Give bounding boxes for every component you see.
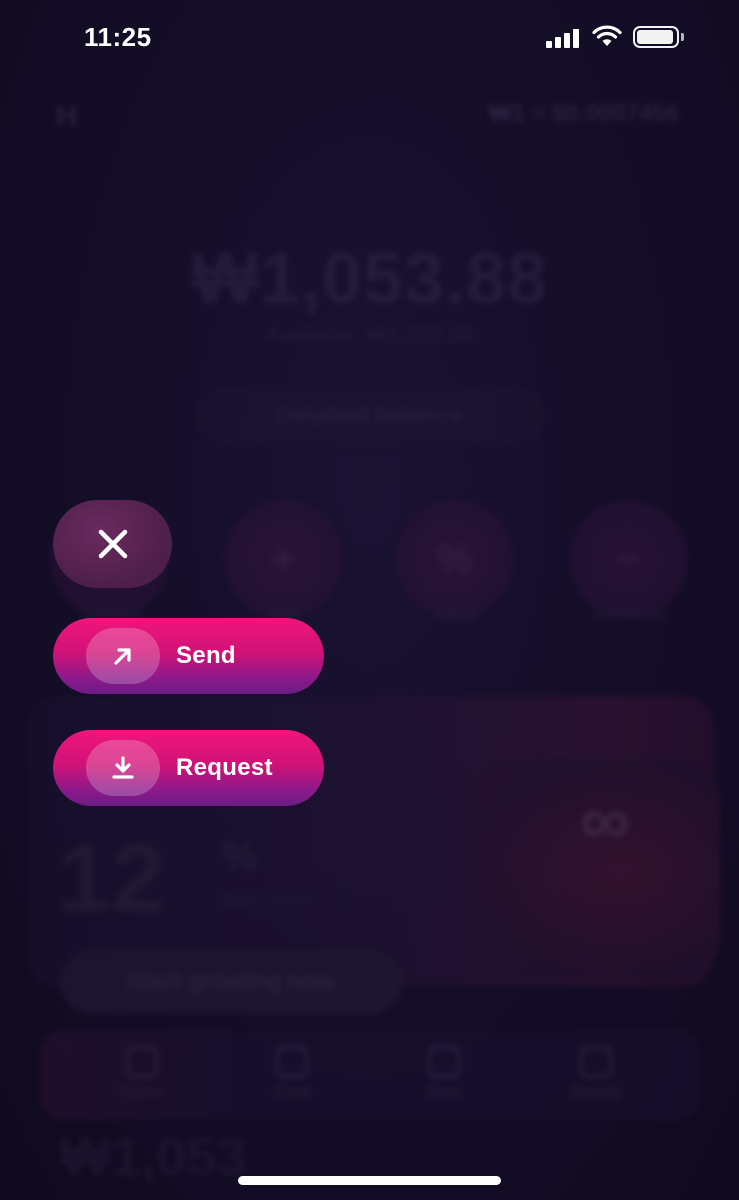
tab-home: Home — [120, 1084, 164, 1101]
battery-icon — [633, 26, 679, 48]
start-growing-button: Start growing now — [60, 950, 402, 1014]
tab-activity: Activity — [570, 1084, 622, 1101]
available-balance: Available: ₩1,053.88 — [265, 322, 474, 347]
home-indicator[interactable] — [238, 1176, 501, 1185]
cellular-signal-icon — [546, 28, 582, 48]
home-tab-icon — [126, 1046, 158, 1078]
send-label: Send — [176, 642, 236, 669]
close-button[interactable] — [53, 500, 172, 588]
tab-earn: Earn — [427, 1084, 461, 1101]
request-label: Request — [176, 754, 273, 781]
detailed-balance-button: Detailed balance — [195, 386, 545, 446]
promo-caption: Daily yield — [218, 890, 310, 912]
percent-icon: % — [437, 537, 473, 581]
balance-amount: ₩1,053.88 — [190, 239, 549, 319]
promo-percent: 12 — [58, 825, 165, 932]
grow-label: Grow — [434, 604, 478, 624]
close-icon — [98, 529, 127, 559]
exchange-rate: ₩1 = $0.0007456 — [488, 100, 679, 127]
plus-icon: + — [271, 537, 295, 581]
background-app: H ₩1 = $0.0007456 ₩1,053.88 Available: ₩… — [0, 0, 739, 1200]
arrow-up-right-icon — [114, 648, 131, 665]
send-icon-badge — [86, 628, 160, 684]
request-button[interactable]: Request — [53, 730, 324, 806]
card-tab-icon — [276, 1046, 308, 1078]
withdraw-icon: − — [617, 537, 641, 581]
withdraw-label: Withdraw — [592, 604, 668, 624]
send-button[interactable]: Send — [53, 618, 324, 694]
status-time: 11:25 — [84, 22, 152, 52]
tab-card: Card — [274, 1084, 310, 1101]
earn-tab-icon — [428, 1046, 460, 1078]
promo-logo-icon: ∞ — [580, 781, 630, 859]
battery-cap — [681, 33, 684, 41]
app-screen: H ₩1 = $0.0007456 ₩1,053.88 Available: ₩… — [0, 0, 739, 1200]
promo-percent-sign: % — [222, 834, 258, 878]
wifi-icon — [592, 25, 622, 46]
withdraw-action: − — [570, 500, 688, 618]
bottom-balance-text: ₩1,053 — [60, 1127, 247, 1187]
activity-tab-icon — [580, 1046, 612, 1078]
app-logo: H — [56, 100, 78, 133]
grow-action: % — [396, 500, 514, 618]
request-icon-badge — [86, 740, 160, 796]
download-icon — [112, 756, 134, 779]
add-action: + — [224, 500, 342, 618]
